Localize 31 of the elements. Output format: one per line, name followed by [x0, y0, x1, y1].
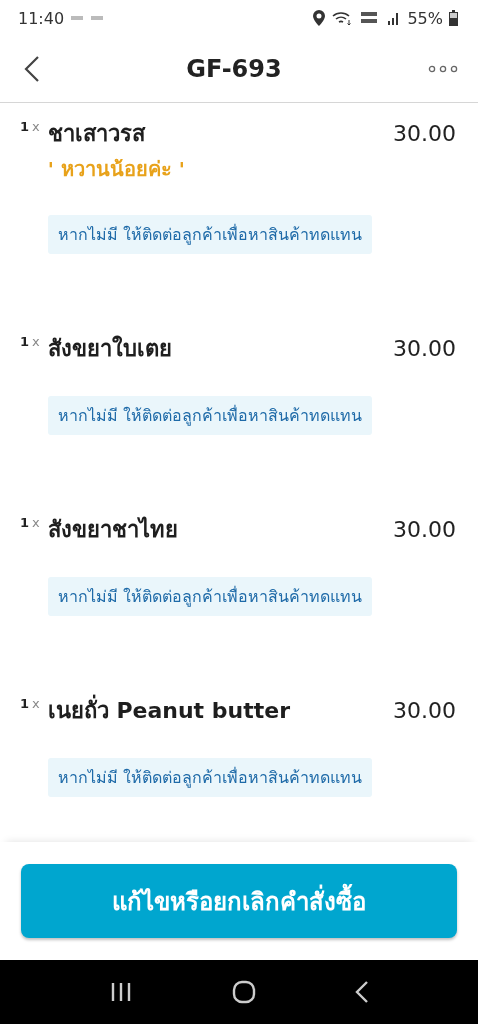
status-time: 11:40 — [18, 8, 65, 28]
item-name: เนยถั่ว Peanut butter — [47, 692, 290, 728]
item-price: 30.00 — [393, 516, 456, 542]
item-price: 30.00 — [393, 335, 456, 361]
item-price: 30.00 — [393, 697, 456, 723]
substitution-tag: หากไม่มี ให้ติดต่อลูกค้าเพื่อหาสินค้าทดแทน — [47, 396, 372, 435]
wifi-icon — [331, 10, 354, 26]
item-quantity: 1 — [20, 515, 30, 530]
back-icon[interactable] — [24, 55, 40, 83]
item-name: สังขยาใบเตย — [47, 334, 172, 363]
substitution-tag: หากไม่มี ให้ติดต่อลูกค้าเพื่อหาสินค้าทดแทน — [47, 758, 372, 797]
order-title: GF-693 — [186, 55, 282, 83]
multiply-sign: x — [32, 119, 40, 134]
item-quantity: 1 — [20, 334, 30, 349]
multiply-sign: x — [32, 515, 40, 530]
battery-percent: 55% — [407, 8, 443, 28]
item-note: ' หวานน้อยค่ะ ' — [47, 156, 185, 183]
home-icon[interactable] — [232, 980, 256, 1004]
multiply-sign: x — [32, 334, 40, 349]
substitution-tag: หากไม่มี ให้ติดต่อลูกค้าเพื่อหาสินค้าทดแทน — [47, 215, 372, 254]
substitution-tag: หากไม่มี ให้ติดต่อลูกค้าเพื่อหาสินค้าทดแทน — [47, 577, 372, 616]
more-icon[interactable] — [428, 65, 458, 73]
multiply-sign: x — [32, 696, 40, 711]
item-name: สังขยาชาไทย — [47, 515, 178, 544]
item-quantity: 1 — [20, 119, 30, 134]
item-name: ชาเสาวรส — [47, 119, 145, 148]
item-price: 30.00 — [393, 120, 456, 146]
edit-cancel-order-button[interactable]: แก้ไขหรือยกเลิกคำสั่งซื้อ — [21, 864, 457, 938]
battery-icon — [449, 10, 458, 26]
item-quantity: 1 — [20, 696, 30, 711]
location-icon — [313, 10, 326, 26]
